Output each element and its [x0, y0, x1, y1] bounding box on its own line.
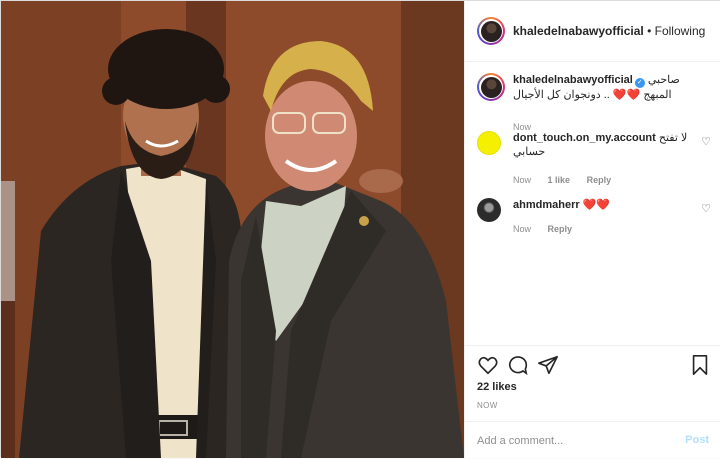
- photo-illustration: [1, 1, 464, 458]
- reply-button[interactable]: Reply: [587, 175, 612, 185]
- share-paper-plane-icon[interactable]: [537, 354, 559, 376]
- likes-count[interactable]: 22 likes: [477, 381, 517, 393]
- caption-avatar[interactable]: [477, 73, 505, 101]
- reply-button[interactable]: Reply: [548, 224, 573, 234]
- comment-likes-link[interactable]: 1 like: [548, 175, 571, 185]
- comment-username[interactable]: ahmdmaherr: [513, 199, 580, 211]
- comments-list[interactable]: khaledelnabawyofficial ✓ صاحبي المبهج ❤️❤…: [465, 61, 720, 345]
- commenter-avatar[interactable]: [477, 198, 501, 222]
- author-username[interactable]: khaledelnabawyofficial: [513, 24, 644, 38]
- following-button[interactable]: Following: [655, 24, 706, 38]
- comment-like-heart-icon[interactable]: ♡: [701, 135, 711, 149]
- comment-time: Now: [513, 175, 532, 185]
- post-photo[interactable]: [1, 1, 464, 458]
- action-bar: [465, 345, 720, 386]
- comment-bubble-icon[interactable]: [507, 354, 529, 376]
- comment-text: ❤️❤️: [582, 199, 611, 211]
- verified-badge-icon: ✓: [634, 78, 645, 88]
- commenter-avatar[interactable]: [477, 131, 501, 155]
- like-heart-icon[interactable]: [477, 354, 499, 376]
- save-bookmark-icon[interactable]: [689, 354, 711, 376]
- comment-time: Now: [513, 224, 532, 234]
- header-separator: •: [647, 24, 652, 38]
- comment-like-heart-icon[interactable]: ♡: [701, 202, 711, 216]
- post-comment-button[interactable]: Post: [685, 434, 709, 446]
- post-side-panel: khaledelnabawyofficial • Following khale…: [464, 1, 720, 458]
- caption-username[interactable]: khaledelnabawyofficial: [513, 74, 633, 86]
- comment-username[interactable]: dont_touch.on_my.account: [513, 132, 656, 144]
- post-date: NOW: [477, 401, 498, 410]
- post-header: khaledelnabawyofficial • Following: [465, 1, 720, 62]
- post-container: khaledelnabawyofficial • Following khale…: [0, 0, 720, 458]
- add-comment-input[interactable]: [477, 434, 667, 448]
- author-avatar[interactable]: [477, 17, 505, 45]
- add-comment-bar: Post: [465, 421, 720, 459]
